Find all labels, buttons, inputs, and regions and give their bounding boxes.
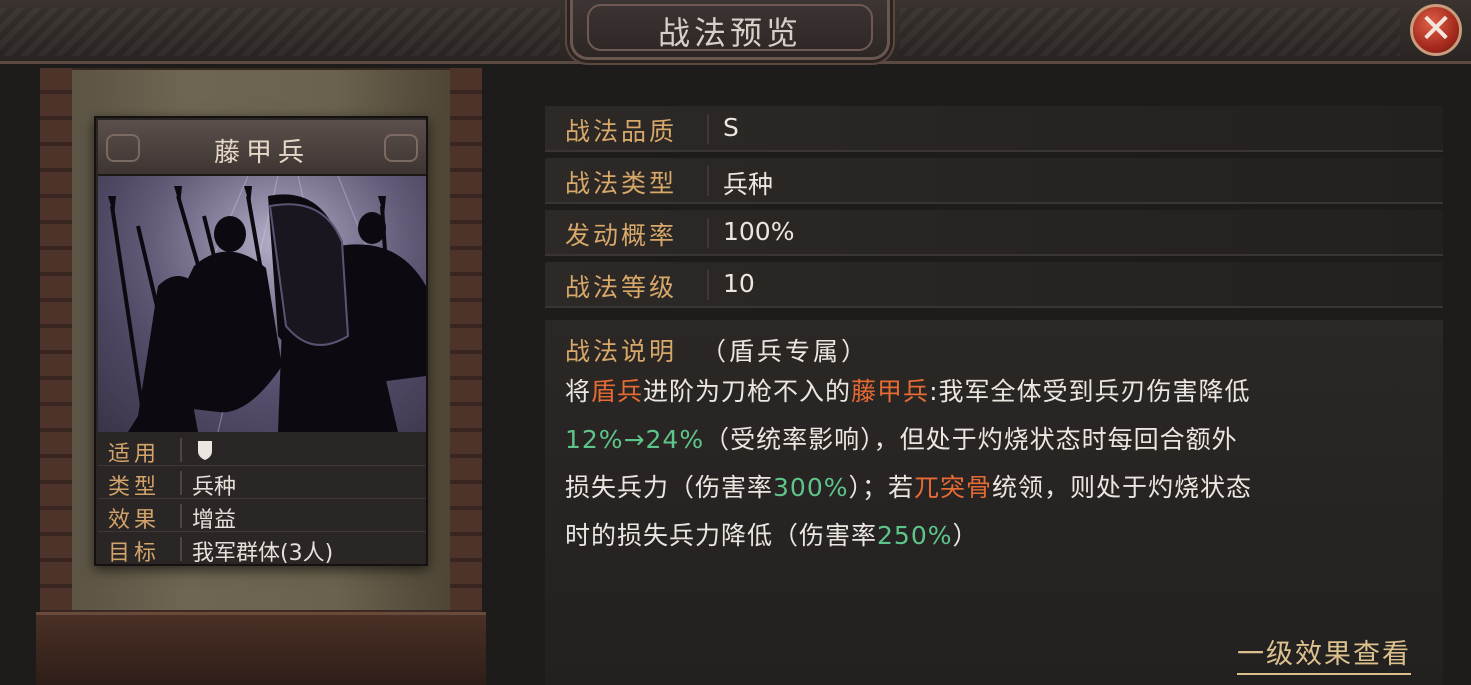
highlight-general: 兀突骨 (914, 473, 993, 502)
stat-divider (180, 471, 182, 495)
stat-key: 效果 (108, 508, 161, 533)
text-run: 损失兵力（伤害率 (565, 473, 774, 502)
stat-key: 适用 (108, 442, 161, 467)
description-text: 将盾兵进阶为刀枪不入的藤甲兵:我军全体受到兵刃伤害降低 12%→24%（受统率影… (565, 372, 1435, 564)
info-key: 发动概率 (565, 221, 678, 250)
text-run: ） (952, 521, 979, 550)
info-value: 兵种 (723, 170, 774, 199)
highlight-value: 12%→24% (565, 425, 705, 454)
stat-key: 目标 (108, 541, 161, 566)
stat-value: 兵种 (192, 475, 237, 500)
info-key: 战法类型 (565, 169, 678, 198)
shield-icon (198, 441, 212, 460)
highlight-unit: 盾兵 (591, 377, 644, 406)
highlight-value: 250% (877, 521, 953, 550)
level-one-effect-link[interactable]: 一级效果查看 (1237, 632, 1411, 675)
card-artwork (98, 176, 426, 432)
stat-value: 增益 (192, 508, 237, 533)
info-key: 战法等级 (565, 273, 678, 302)
info-row-level: 战法等级 10 (545, 262, 1443, 308)
close-icon: ✕ (1419, 6, 1453, 52)
info-divider (707, 114, 709, 144)
stat-divider (180, 504, 182, 528)
highlight-value: 300% (773, 473, 849, 502)
info-value: S (723, 113, 739, 142)
description-line: 12%→24%（受统率影响），但处于灼烧状态时每回合额外 (565, 420, 1435, 468)
description-line: 时的损失兵力降低（伤害率250%） (565, 516, 1435, 564)
card-stats: 适用 类型 兵种 效果 增益 目标 我军群体(3人) (98, 434, 426, 566)
info-row-quality: 战法品质 S (545, 106, 1443, 152)
stat-row-applicable: 适用 (98, 434, 426, 467)
description-panel: 战法说明 （盾兵专属） 将盾兵进阶为刀枪不入的藤甲兵:我军全体受到兵刃伤害降低 1… (545, 320, 1443, 685)
stat-row-target: 目标 我军群体(3人) (98, 533, 426, 566)
info-value: 100% (723, 217, 795, 246)
highlight-unit: 藤甲兵 (851, 377, 930, 406)
info-row-type: 战法类型 兵种 (545, 158, 1443, 204)
top-bar-pattern-right (900, 8, 1400, 56)
tactic-card: 藤甲兵 适用 类型 兵种 效果 增益 目标 我军群体(3人) (94, 116, 428, 566)
card-header: 藤甲兵 (98, 120, 426, 176)
scroll-roller (36, 612, 486, 685)
scroll-edge-left (40, 68, 72, 628)
card-title: 藤甲兵 (213, 138, 310, 168)
stat-row-effect: 效果 增益 (98, 500, 426, 533)
stat-value: 我军群体(3人) (192, 541, 334, 566)
title-plate: 战法预览 (570, 0, 890, 60)
text-run: 统领，则处于灼烧状态 (992, 473, 1253, 502)
text-run: 进阶为刀枪不入的 (643, 377, 852, 406)
text-run: 时的损失兵力降低（伤害率 (565, 521, 878, 550)
stat-key: 类型 (108, 475, 161, 500)
soldiers-silhouette-illustration (98, 176, 426, 432)
info-key: 战法品质 (565, 117, 678, 146)
info-divider (707, 166, 709, 196)
close-button[interactable]: ✕ (1410, 4, 1462, 56)
text-run: ）；若 (848, 473, 915, 502)
stat-row-type: 类型 兵种 (98, 467, 426, 500)
top-bar-pattern-left (0, 8, 560, 56)
text-run: 将 (565, 377, 592, 406)
info-divider (707, 270, 709, 300)
text-run: （受统率影响），但处于灼烧状态时每回合额外 (704, 425, 1238, 454)
info-row-probability: 发动概率 100% (545, 210, 1443, 256)
description-note: （盾兵专属） (701, 337, 870, 366)
window-title: 战法预览 (657, 14, 802, 52)
stat-divider (180, 537, 182, 561)
text-run: :我军全体受到兵刃伤害降低 (929, 377, 1251, 406)
description-key: 战法说明 (565, 337, 678, 366)
info-divider (707, 218, 709, 248)
scroll-edge-right (450, 68, 482, 628)
stat-divider (180, 438, 182, 462)
info-value: 10 (723, 269, 755, 298)
description-header: 战法说明 （盾兵专属） (565, 332, 869, 368)
description-line: 损失兵力（伤害率300%）；若兀突骨统领，则处于灼烧状态 (565, 468, 1435, 516)
description-line: 将盾兵进阶为刀枪不入的藤甲兵:我军全体受到兵刃伤害降低 (565, 372, 1435, 420)
